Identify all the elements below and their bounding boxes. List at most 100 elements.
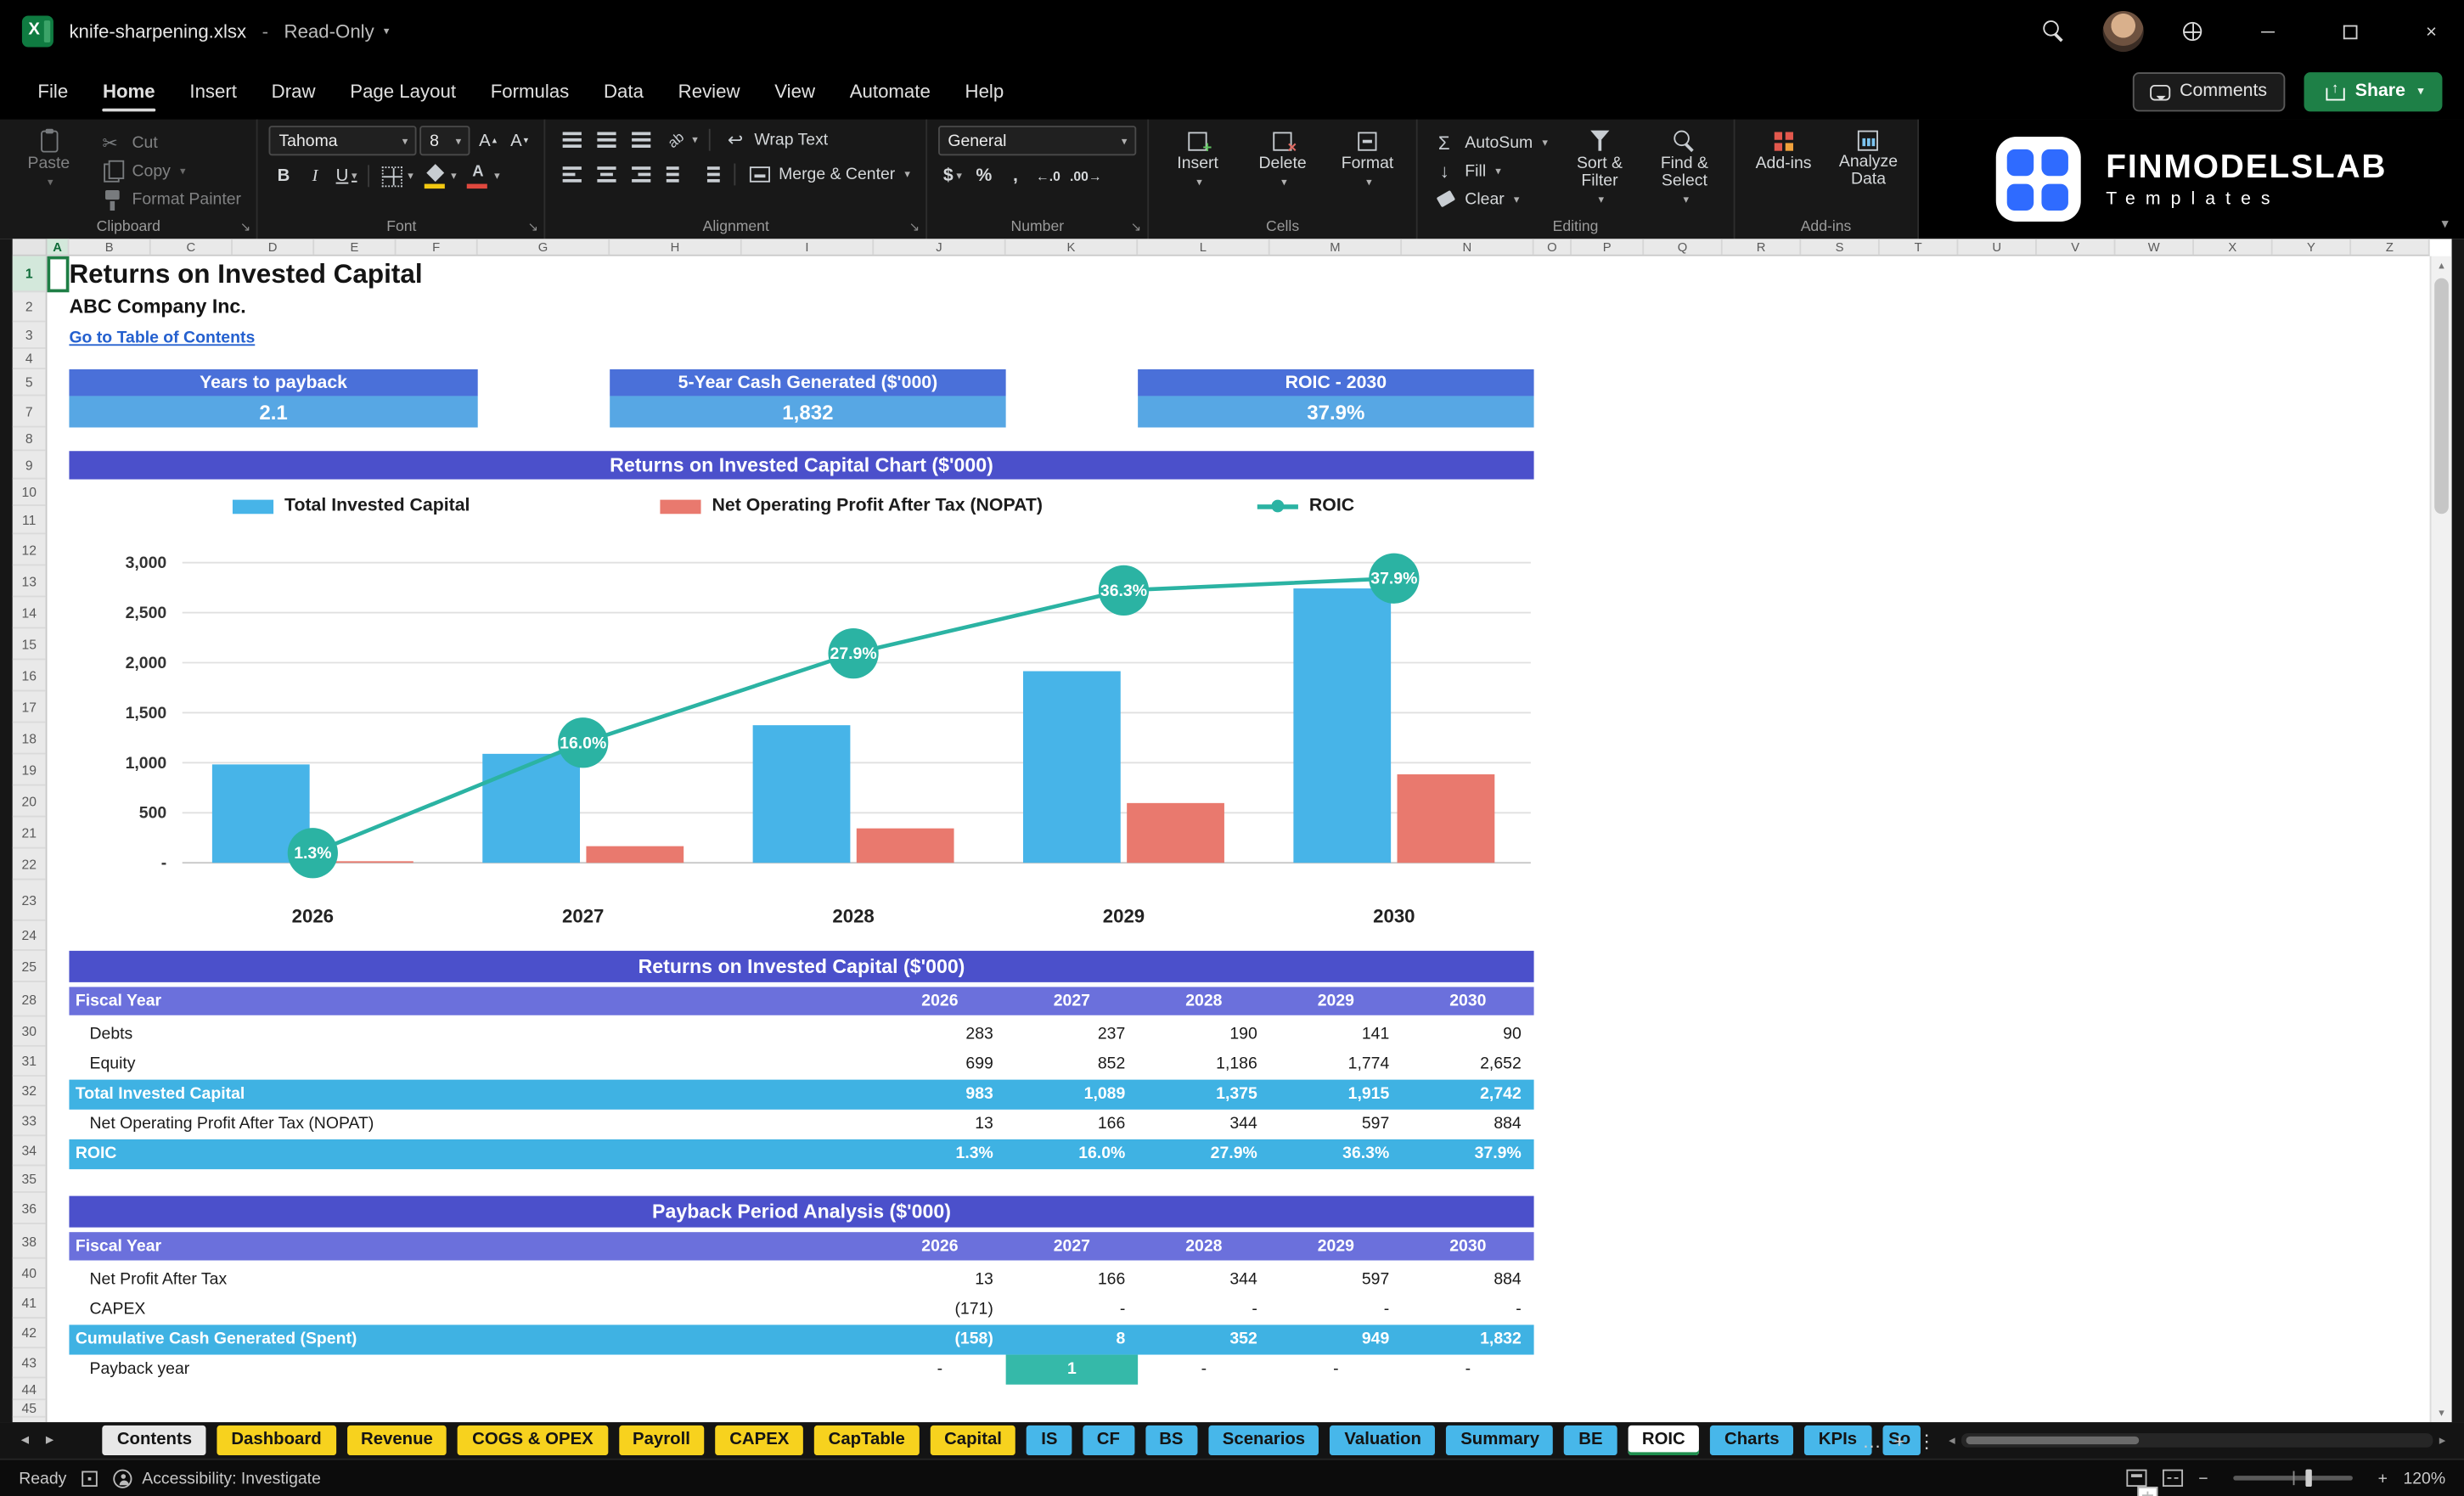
format-cells-button[interactable]: Format ▾ (1330, 126, 1405, 192)
row-header-20[interactable]: 20 (12, 786, 46, 818)
row-header-41[interactable]: 41 (12, 1289, 46, 1319)
cell-value[interactable]: 852 (1006, 1049, 1138, 1079)
column-header-I[interactable]: I (742, 239, 875, 255)
table-of-contents-link[interactable]: Go to Table of Contents (69, 329, 255, 347)
zoom-slider[interactable] (2233, 1469, 2353, 1488)
align-top-button[interactable] (557, 126, 588, 154)
row-header-12[interactable]: 12 (12, 534, 46, 566)
column-header-P[interactable]: P (1572, 239, 1645, 255)
cell-value[interactable]: 1,915 (1270, 1080, 1402, 1110)
menu-file[interactable]: File (22, 69, 84, 113)
row-header-36[interactable]: 36 (12, 1193, 46, 1224)
close-button[interactable]: × (2399, 0, 2464, 63)
sheet-tab-capex[interactable]: CAPEX (715, 1425, 804, 1456)
cell-value[interactable]: 283 (874, 1020, 1005, 1049)
merge-center-button[interactable]: Merge & Center ▾ (744, 160, 914, 188)
row-header-31[interactable]: 31 (12, 1047, 46, 1077)
cell-value[interactable]: 1,832 (1402, 1324, 1533, 1354)
menu-review[interactable]: Review (662, 69, 756, 113)
row-header-44[interactable]: 44 (12, 1378, 46, 1401)
cell-value[interactable]: 1.3% (874, 1139, 1005, 1169)
worksheet-grid[interactable]: Returns on Invested Capital ABC Company … (47, 256, 2430, 1423)
row-header-23[interactable]: 23 (12, 880, 46, 921)
row-header-35[interactable]: 35 (12, 1166, 46, 1193)
align-center-button[interactable] (592, 160, 623, 188)
sheet-tab-revenue[interactable]: Revenue (346, 1425, 447, 1456)
avatar[interactable] (2102, 10, 2144, 53)
column-header-H[interactable]: H (610, 239, 742, 255)
row-header-3[interactable]: 3 (12, 322, 46, 349)
sort-filter-button[interactable]: Sort & Filter ▾ (1562, 126, 1638, 209)
comma-style-button[interactable]: , (1001, 162, 1029, 190)
increase-font-button[interactable]: A ▴ (474, 127, 502, 155)
clear-button[interactable]: Clear ▾ (1429, 185, 1553, 211)
row-header-7[interactable]: 7 (12, 396, 46, 428)
row-header-11[interactable]: 11 (12, 506, 46, 535)
menu-data[interactable]: Data (588, 69, 660, 113)
sheet-tab-roic[interactable]: ROIC (1628, 1425, 1700, 1456)
cell-value[interactable]: 166 (1006, 1265, 1138, 1295)
row-header-28[interactable]: 28 (12, 982, 46, 1017)
zoom-handle[interactable] (2304, 1469, 2312, 1488)
zoom-level[interactable]: 120% (2403, 1469, 2445, 1488)
column-header-O[interactable]: O (1534, 239, 1572, 255)
horizontal-scroll-track[interactable] (1961, 1433, 2433, 1448)
row-header-24[interactable]: 24 (12, 921, 46, 951)
sheet-tab-payroll[interactable]: Payroll (618, 1425, 705, 1456)
column-header-V[interactable]: V (2037, 239, 2116, 255)
font-color-button[interactable]: ▾ (463, 162, 503, 190)
cell-value[interactable]: 8 (1006, 1324, 1138, 1354)
cell-value[interactable]: 190 (1138, 1020, 1269, 1049)
align-left-button[interactable] (557, 160, 588, 188)
add-ins-button[interactable]: Add-ins (1746, 126, 1821, 173)
more-sheets-button[interactable]: … (1862, 1429, 1881, 1451)
horizontal-scroll-thumb[interactable] (1966, 1436, 2140, 1445)
column-header-Z[interactable]: Z (2351, 239, 2430, 255)
sheet-tab-summary[interactable]: Summary (1446, 1425, 1554, 1456)
scroll-down-arrow[interactable]: ▾ (2431, 1403, 2451, 1422)
column-header-J[interactable]: J (874, 239, 1006, 255)
row-header-17[interactable]: 17 (12, 691, 46, 723)
row-header-2[interactable]: 2 (12, 292, 46, 323)
cell-value[interactable]: 597 (1270, 1110, 1402, 1139)
align-middle-button[interactable] (592, 126, 623, 154)
menu-automate[interactable]: Automate (834, 69, 946, 113)
cell-value[interactable]: 141 (1270, 1020, 1402, 1049)
wrap-text-button[interactable]: ↩ Wrap Text (718, 126, 833, 154)
column-header-F[interactable]: F (396, 239, 478, 255)
cell-value[interactable]: 27.9% (1138, 1139, 1269, 1169)
cell-value[interactable]: 699 (874, 1049, 1005, 1079)
decrease-indent-button[interactable] (661, 160, 692, 188)
cell-value[interactable]: 884 (1402, 1110, 1533, 1139)
column-header-G[interactable]: G (478, 239, 610, 255)
row-header-14[interactable]: 14 (12, 597, 46, 629)
align-bottom-button[interactable] (627, 126, 658, 154)
menu-help[interactable]: Help (949, 69, 1020, 113)
cell-value[interactable]: - (1270, 1355, 1402, 1385)
cell-value[interactable]: (171) (874, 1295, 1005, 1324)
font-size-select[interactable]: 8 ▾ (420, 126, 471, 156)
column-header-W[interactable]: W (2115, 239, 2194, 255)
cell-value[interactable]: - (1006, 1295, 1138, 1324)
font-family-select[interactable]: Tahoma ▾ (269, 126, 418, 156)
underline-button[interactable]: U ▾ (332, 162, 360, 190)
copy-button[interactable]: Copy ▾ (96, 157, 246, 183)
row-header-4[interactable]: 4 (12, 349, 46, 369)
row-header-38[interactable]: 38 (12, 1224, 46, 1259)
comments-button[interactable]: Comments (2132, 71, 2285, 111)
cell-value[interactable]: 884 (1402, 1265, 1533, 1295)
cell-value[interactable]: 949 (1270, 1324, 1402, 1354)
cell-value[interactable]: - (1138, 1295, 1269, 1324)
alignment-dialog-launcher[interactable]: ↘ (909, 220, 920, 234)
macro-record-icon[interactable] (82, 1471, 98, 1488)
sheet-tab-cogs-opex[interactable]: COGS & OPEX (458, 1425, 608, 1456)
row-header-33[interactable]: 33 (12, 1106, 46, 1137)
cell-value[interactable]: - (874, 1355, 1005, 1385)
row-header-34[interactable]: 34 (12, 1136, 46, 1167)
italic-button[interactable]: I (301, 162, 329, 190)
column-header-E[interactable]: E (314, 239, 397, 255)
insert-cells-button[interactable]: Insert ▾ (1160, 126, 1235, 192)
delete-cells-button[interactable]: Delete ▾ (1245, 126, 1320, 192)
menu-page-layout[interactable]: Page Layout (335, 69, 472, 113)
row-header-9[interactable]: 9 (12, 451, 46, 480)
